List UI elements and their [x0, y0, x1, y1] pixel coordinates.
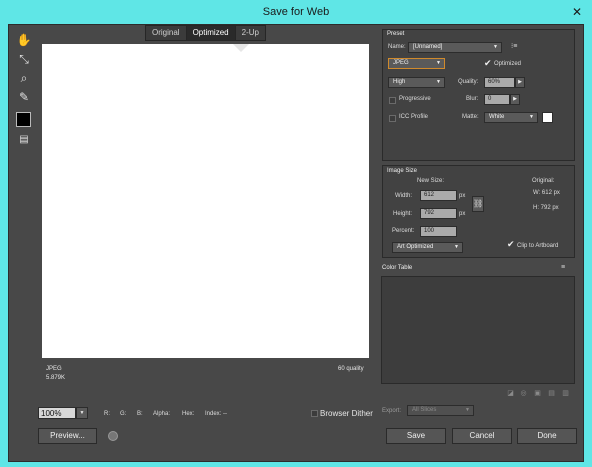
clip-to-artboard-label: Clip to Artboard: [517, 243, 559, 249]
view-tabs: Original Optimized 2-Up: [145, 25, 266, 41]
slice-select-tool-icon[interactable]: ⤡: [16, 51, 32, 67]
compression-select[interactable]: High ▼: [388, 77, 445, 88]
preset-name-value: [Unnamed]: [413, 44, 443, 50]
blur-label: Blur:: [466, 96, 479, 102]
preview-size: 5.879K: [46, 375, 66, 381]
format-value: JPEG: [393, 60, 409, 66]
chevron-down-icon: ▼: [465, 407, 470, 413]
width-label: Width:: [395, 193, 413, 199]
preview-quality: 60 quality: [338, 366, 364, 372]
icc-profile-label: ICC Profile: [399, 114, 429, 120]
chevron-down-icon: ▼: [436, 60, 441, 66]
percent-field[interactable]: 100: [420, 226, 457, 237]
image-size-title: Image Size: [387, 168, 418, 174]
preview-button[interactable]: Preview...: [38, 428, 97, 444]
chevron-down-icon: ▼: [436, 79, 441, 85]
matte-label: Matte:: [462, 114, 479, 120]
readout-g: G:: [120, 411, 127, 417]
export-label: Export:: [382, 408, 402, 414]
readout-hex: Hex:: [182, 411, 195, 417]
icc-profile-checkbox[interactable]: [389, 115, 396, 122]
color-table-title: Color Table: [382, 265, 413, 271]
preset-menu-icon[interactable]: ⁝≡: [511, 42, 517, 50]
resample-value: Art Optimized: [397, 244, 434, 250]
name-label: Name:: [388, 44, 406, 50]
export-select[interactable]: All Slices ▼: [407, 405, 474, 416]
zoom-value: 100%: [38, 407, 76, 419]
close-icon[interactable]: ✕: [570, 5, 584, 19]
optimized-label: Optimized: [494, 61, 522, 67]
matte-color-swatch[interactable]: [542, 112, 553, 123]
constrain-link-icon[interactable]: ⛓: [472, 196, 484, 212]
quality-label: Quality:: [458, 79, 479, 85]
color-table[interactable]: [381, 276, 575, 384]
eyedropper-color-swatch[interactable]: [16, 112, 31, 127]
compression-value: High: [393, 79, 406, 85]
color-table-menu-icon[interactable]: ≡: [561, 264, 565, 271]
zoom-chevron-down-icon[interactable]: ▼: [76, 407, 88, 419]
quality-field[interactable]: 60%: [484, 77, 515, 88]
blur-arrow-icon[interactable]: ▶: [510, 94, 520, 105]
progressive-checkbox[interactable]: [389, 97, 396, 104]
tab-optimized[interactable]: Optimized: [186, 26, 236, 40]
chevron-down-icon: ▼: [493, 44, 498, 50]
readout-r: R:: [104, 411, 110, 417]
map-color-icon[interactable]: ◪: [507, 390, 514, 397]
lock-color-icon[interactable]: ▣: [534, 390, 541, 397]
height-label: Height:: [393, 211, 413, 217]
preset-title: Preset: [387, 31, 405, 37]
original-label: Original:: [532, 178, 555, 184]
done-button[interactable]: Done: [517, 428, 577, 444]
browser-dither-label: Browser Dither: [320, 409, 373, 418]
browser-dither-checkbox[interactable]: [311, 410, 318, 417]
preview-canvas[interactable]: [42, 44, 369, 358]
tab-2up[interactable]: 2-Up: [236, 26, 265, 40]
toggle-slices-icon[interactable]: ▤: [16, 132, 32, 148]
canvas-notch: [233, 44, 249, 52]
preview-format: JPEG: [46, 366, 62, 372]
quality-arrow-icon[interactable]: ▶: [515, 77, 525, 88]
height-field[interactable]: 792: [420, 208, 457, 219]
readout-alpha: Alpha:: [153, 411, 171, 417]
new-size-label: New Size:: [417, 178, 445, 184]
web-shift-icon[interactable]: ◎: [520, 390, 527, 397]
original-width: W: 612 px: [533, 190, 560, 196]
trash-icon[interactable]: ▥: [562, 390, 569, 397]
cancel-button[interactable]: Cancel: [452, 428, 512, 444]
export-value: All Slices: [412, 407, 437, 413]
blur-field[interactable]: 0: [484, 94, 510, 105]
readout-b: B:: [137, 411, 143, 417]
width-unit: px: [459, 193, 466, 199]
chevron-down-icon: ▼: [454, 244, 459, 250]
eyedropper-tool-icon[interactable]: ✎: [16, 89, 32, 105]
format-select[interactable]: JPEG ▼: [388, 58, 445, 69]
browser-globe-icon[interactable]: [108, 431, 118, 441]
percent-label: Percent:: [392, 228, 415, 234]
optimized-check-icon[interactable]: ✔: [484, 58, 492, 69]
clip-check-icon[interactable]: ✔: [507, 239, 515, 250]
height-unit: px: [459, 211, 466, 217]
original-height: H: 792 px: [533, 205, 559, 211]
save-button[interactable]: Save: [386, 428, 446, 444]
zoom-select[interactable]: 100% ▼: [38, 407, 88, 419]
progressive-label: Progressive: [399, 96, 431, 102]
matte-select[interactable]: White ▼: [484, 112, 538, 123]
width-field[interactable]: 612: [420, 190, 457, 201]
new-color-icon[interactable]: ▤: [548, 390, 555, 397]
matte-value: White: [489, 114, 505, 120]
resample-select[interactable]: Art Optimized ▼: [392, 242, 463, 253]
readout-index: Index: --: [205, 411, 228, 417]
preset-name-select[interactable]: [Unnamed] ▼: [408, 42, 502, 53]
zoom-tool-icon[interactable]: ⌕: [16, 70, 32, 86]
chevron-down-icon: ▼: [529, 114, 534, 120]
window-title: Save for Web: [262, 6, 330, 18]
tab-original[interactable]: Original: [146, 26, 187, 40]
hand-tool-icon[interactable]: ✋: [16, 32, 32, 48]
